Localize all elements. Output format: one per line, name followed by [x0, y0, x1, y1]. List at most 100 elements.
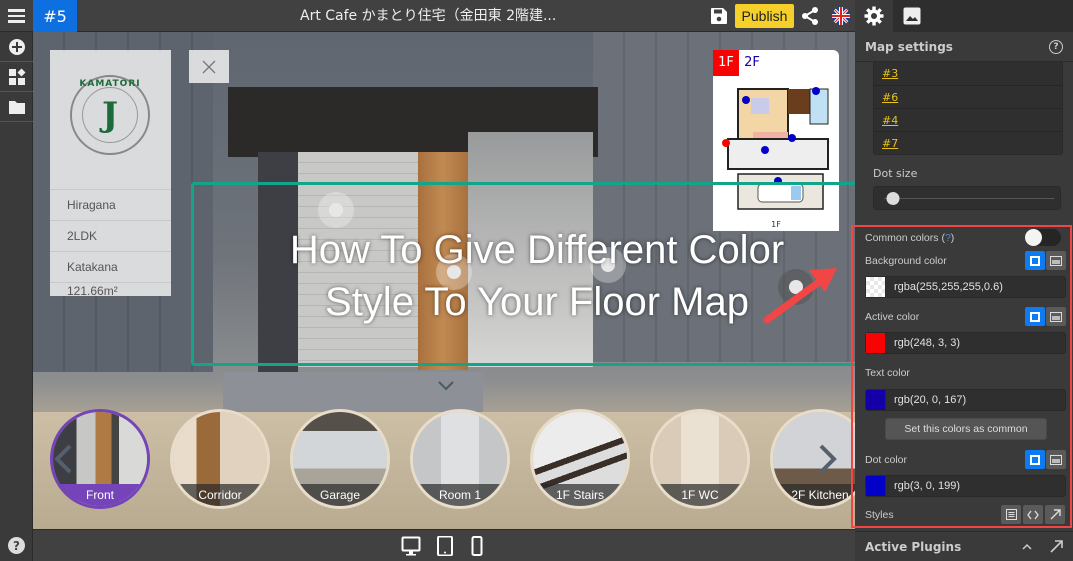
- palette-icon: [1050, 311, 1062, 322]
- active-plugins-header[interactable]: Active Plugins: [855, 531, 1073, 561]
- add-scene-button[interactable]: [0, 32, 33, 62]
- common-colors-toggle[interactable]: [1025, 229, 1061, 246]
- scene-link[interactable]: #4: [874, 108, 1062, 131]
- list-icon: [1005, 509, 1017, 520]
- scene-thumbnail[interactable]: 1F Stairs: [530, 409, 630, 509]
- expand-arrow-icon[interactable]: [1050, 540, 1063, 553]
- map-dot[interactable]: [788, 134, 796, 142]
- close-button[interactable]: [189, 50, 229, 83]
- headline-line-1: How To Give Different Color: [289, 228, 785, 272]
- palette-mode-button[interactable]: [1046, 251, 1066, 270]
- background-color-input[interactable]: rgba(255,255,255,0.6): [865, 276, 1066, 298]
- plus-circle-icon: [8, 38, 25, 55]
- scene-link[interactable]: #7: [874, 131, 1062, 154]
- styles-expand-button[interactable]: [1045, 505, 1065, 524]
- map-dot-active[interactable]: [722, 139, 730, 147]
- scene-link[interactable]: #3: [874, 62, 1062, 85]
- widgets-icon: [8, 68, 25, 85]
- scene-link-list: #3 #6 #4 #7: [873, 62, 1063, 155]
- dot-color-input[interactable]: rgb(3, 0, 199): [865, 475, 1066, 497]
- language-flag-icon[interactable]: [832, 7, 850, 25]
- styles-list-button[interactable]: [1001, 505, 1021, 524]
- folder-button[interactable]: [0, 92, 33, 122]
- dot-color-swatch[interactable]: [866, 476, 886, 496]
- share-icon[interactable]: [800, 6, 820, 26]
- tab-settings[interactable]: [855, 0, 893, 32]
- scene-thumbnail-label: Room 1: [413, 484, 507, 506]
- scene-thumbnail[interactable]: 1F WC: [650, 409, 750, 509]
- save-icon[interactable]: [710, 7, 728, 25]
- panorama-viewer[interactable]: KAMATORI J Hiragana 2LDK Katakana 121.66…: [33, 32, 855, 529]
- map-settings-header[interactable]: Map settings ?: [855, 32, 1073, 62]
- floor-tab-2f[interactable]: 2F: [739, 50, 765, 76]
- chevron-right-icon[interactable]: [818, 444, 838, 474]
- scene-thumbnail[interactable]: Garage: [290, 409, 390, 509]
- floor-tab-1f[interactable]: 1F: [713, 50, 739, 76]
- info-row: 2LDK: [50, 220, 171, 251]
- left-toolbar: ?: [0, 32, 33, 561]
- palette-mode-button[interactable]: [1046, 450, 1066, 469]
- dot-color-value: rgb(3, 0, 199): [894, 480, 961, 492]
- solid-mode-button[interactable]: [1025, 251, 1045, 270]
- active-color-swatch[interactable]: [866, 333, 886, 353]
- chevron-down-icon[interactable]: [438, 380, 454, 392]
- publish-button[interactable]: Publish: [735, 4, 794, 28]
- headline: How To Give Different Color Style To You…: [191, 224, 855, 328]
- scene-thumbnail-label: 2F Kitchen: [773, 484, 855, 506]
- map-dot[interactable]: [742, 96, 750, 104]
- scene-thumbnail-label: Front: [53, 484, 147, 506]
- info-row: Hiragana: [50, 189, 171, 220]
- help-icon[interactable]: ?: [1049, 39, 1063, 54]
- palette-mode-button[interactable]: [1046, 307, 1066, 326]
- palette-icon: [1050, 454, 1062, 465]
- scene-thumbnail-label: Garage: [293, 484, 387, 506]
- scene-thumbnail-label: 1F WC: [653, 484, 747, 506]
- text-color-label: Text color: [865, 367, 910, 379]
- logo-text: KAMATORI: [79, 79, 141, 89]
- help-icon[interactable]: ?: [8, 537, 25, 554]
- text-color-value: rgb(20, 0, 167): [894, 394, 967, 406]
- scene-carousel: Front Corridor Garage Room 1 1F Stairs 1F WC 2…: [33, 409, 855, 519]
- folder-icon: [8, 100, 25, 114]
- text-color-input[interactable]: rgb(20, 0, 167): [865, 389, 1066, 411]
- device-preview-bar: [33, 529, 855, 561]
- tour-id-badge[interactable]: #5: [33, 0, 77, 32]
- solid-mode-button[interactable]: [1025, 450, 1045, 469]
- text-color-swatch[interactable]: [866, 390, 886, 410]
- dot-size-label: Dot size: [873, 167, 918, 180]
- image-icon: [903, 7, 921, 25]
- slider-knob[interactable]: [886, 192, 900, 205]
- close-icon: [202, 60, 216, 73]
- map-dot[interactable]: [812, 87, 820, 95]
- square-icon: [1030, 311, 1040, 322]
- set-common-colors-button[interactable]: Set this colors as common: [885, 418, 1047, 440]
- mobile-icon[interactable]: [467, 536, 487, 556]
- info-row: Katakana: [50, 251, 171, 282]
- dot-size-slider[interactable]: [873, 186, 1061, 210]
- expand-arrow-icon: [1050, 509, 1061, 520]
- square-icon: [1030, 255, 1040, 266]
- scene-thumbnail[interactable]: Room 1: [410, 409, 510, 509]
- scene-thumbnail[interactable]: Corridor: [170, 409, 270, 509]
- info-card: KAMATORI J Hiragana 2LDK Katakana 121.66…: [50, 50, 171, 298]
- background-color-swatch[interactable]: [866, 277, 886, 297]
- tour-title: Art Cafe かまとり住宅（金田東 2階建...: [300, 8, 557, 24]
- styles-code-button[interactable]: [1023, 505, 1043, 524]
- tab-media[interactable]: [893, 0, 931, 32]
- scene-thumbnail-label: 1F Stairs: [533, 484, 627, 506]
- menu-icon[interactable]: [0, 0, 33, 32]
- widgets-button[interactable]: [0, 62, 33, 92]
- solid-mode-button[interactable]: [1025, 307, 1045, 326]
- square-icon: [1030, 454, 1040, 465]
- gear-icon: [864, 6, 884, 26]
- desktop-icon[interactable]: [401, 536, 421, 556]
- headline-line-2: Style To Your Floor Map: [325, 280, 749, 324]
- chevron-left-icon[interactable]: [53, 444, 73, 474]
- scene-thumbnail[interactable]: 2F Kitchen: [770, 409, 855, 509]
- map-dot[interactable]: [761, 146, 769, 154]
- tablet-icon[interactable]: [435, 536, 455, 556]
- palette-icon: [1050, 255, 1062, 266]
- chevron-up-icon[interactable]: [1022, 543, 1032, 551]
- scene-link[interactable]: #6: [874, 85, 1062, 108]
- active-color-input[interactable]: rgb(248, 3, 3): [865, 332, 1066, 354]
